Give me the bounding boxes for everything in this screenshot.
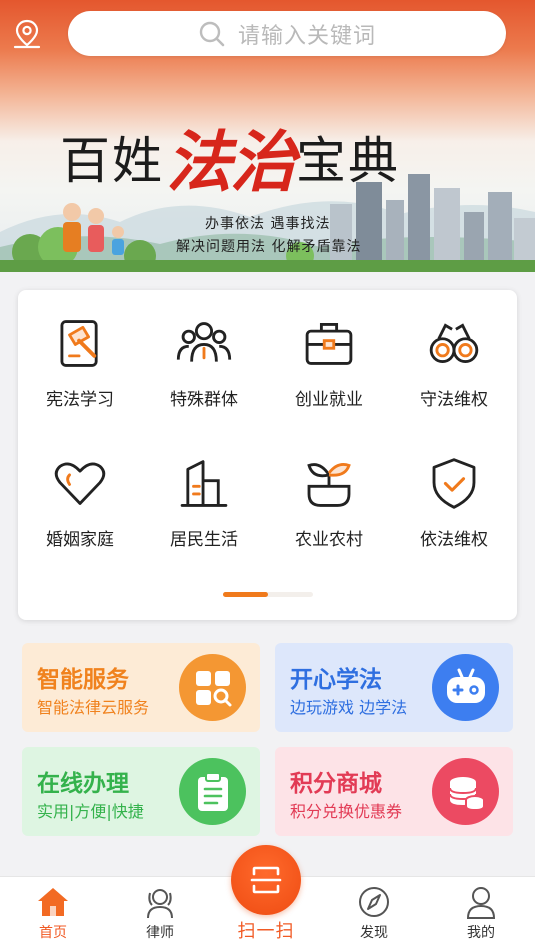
tab-lawyer[interactable]: 律师 — [120, 877, 200, 951]
service-subtitle: 边玩游戏 边学法 — [290, 698, 408, 717]
service-badge — [179, 758, 246, 825]
search-bar[interactable]: 请输入关键词 — [68, 11, 506, 56]
category-special-groups[interactable]: 特殊群体 — [142, 290, 266, 410]
tab-label: 律师 — [146, 925, 174, 941]
search-placeholder: 请输入关键词 — [237, 23, 376, 49]
heart-icon — [54, 462, 106, 505]
location-button[interactable] — [12, 18, 42, 50]
location-pin-icon — [13, 19, 41, 49]
service-title: 在线办理 — [37, 771, 129, 797]
constitution-book-icon — [60, 320, 98, 367]
header-banner: 请输入关键词 百姓 法治 宝典 办事依法 遇事找法 解决问题用法 化解矛盾靠法 — [0, 0, 535, 272]
category-law-abiding-rights[interactable]: 守法维权 — [392, 290, 516, 410]
category-entrepreneurship[interactable]: 创业就业 — [267, 290, 391, 410]
sprout-icon — [307, 463, 351, 507]
category-marriage-family[interactable]: 婚姻家庭 — [18, 430, 142, 550]
building-icon — [180, 460, 228, 507]
category-label: 创业就业 — [295, 390, 363, 410]
service-badge — [432, 654, 499, 721]
lawyer-icon — [147, 889, 173, 919]
category-label: 宪法学习 — [46, 390, 114, 410]
category-label: 居民生活 — [170, 530, 238, 550]
clipboard-icon — [197, 771, 228, 811]
category-grid-card: 宪法学习 特殊群体 创业就业 守法维权 婚姻家庭 居民生活 农业农村 依法维权 — [18, 290, 517, 620]
tab-label: 首页 — [39, 925, 67, 941]
tab-home[interactable]: 首页 — [13, 877, 93, 951]
category-agriculture-rural[interactable]: 农业农村 — [267, 430, 391, 550]
banner-title-accent: 法治 — [166, 123, 296, 201]
category-constitution[interactable]: 宪法学习 — [18, 290, 142, 410]
shield-check-icon — [432, 458, 476, 509]
service-badge — [179, 654, 246, 721]
search-icon — [199, 21, 225, 46]
handcuffs-icon — [429, 323, 479, 364]
coins-icon — [448, 776, 485, 811]
banner-title-part1: 百姓 — [60, 132, 164, 190]
category-label: 守法维权 — [420, 390, 488, 410]
service-online-handle[interactable]: 在线办理 实用|方便|快捷 — [22, 747, 260, 836]
user-icon — [466, 887, 496, 919]
category-resident-life[interactable]: 居民生活 — [142, 430, 266, 550]
category-label: 依法维权 — [420, 530, 488, 550]
briefcase-icon — [305, 323, 353, 365]
tab-label: 发现 — [360, 925, 388, 941]
gamepad-icon — [446, 668, 485, 703]
group-people-icon — [176, 322, 232, 362]
tab-mine[interactable]: 我的 — [441, 877, 521, 951]
service-title: 开心学法 — [290, 667, 382, 693]
service-subtitle: 智能法律云服务 — [37, 698, 150, 717]
service-badge — [432, 758, 499, 825]
service-title: 智能服务 — [37, 667, 129, 693]
category-label: 婚姻家庭 — [46, 530, 114, 550]
banner-title-part2: 宝典 — [296, 132, 400, 190]
grid-page-indicator-active — [223, 592, 268, 597]
category-label: 特殊群体 — [170, 390, 238, 410]
grid-search-icon — [195, 670, 231, 706]
service-subtitle: 实用|方便|快捷 — [37, 802, 144, 821]
banner-slogan-line2: 解决问题用法 化解矛盾靠法 — [176, 239, 362, 255]
banner-title: 百姓 法治 宝典 — [60, 112, 480, 202]
service-happy-learn[interactable]: 开心学法 边玩游戏 边学法 — [275, 643, 513, 732]
banner-slogan-line1: 办事依法 遇事找法 — [205, 216, 331, 232]
grid-page-indicator[interactable] — [223, 592, 313, 597]
category-label: 农业农村 — [295, 530, 363, 550]
tab-label: 我的 — [467, 925, 495, 941]
service-smart[interactable]: 智能服务 智能法律云服务 — [22, 643, 260, 732]
home-icon — [38, 888, 68, 916]
scan-icon — [250, 866, 282, 894]
tab-discover[interactable]: 发现 — [334, 877, 414, 951]
scan-button[interactable] — [231, 845, 301, 915]
scan-label[interactable]: 扫一扫 — [226, 917, 306, 943]
discover-icon — [359, 887, 389, 917]
service-subtitle: 积分兑换优惠券 — [290, 802, 403, 821]
category-legal-rights[interactable]: 依法维权 — [392, 430, 516, 550]
service-points-mall[interactable]: 积分商城 积分兑换优惠券 — [275, 747, 513, 836]
service-title: 积分商城 — [290, 771, 382, 797]
